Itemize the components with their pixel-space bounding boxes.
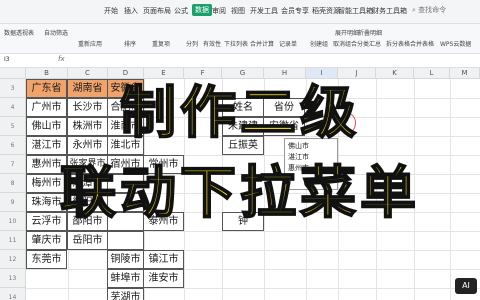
row-header[interactable]: 13 — [0, 269, 26, 288]
table-cell[interactable]: 铜陵市 — [107, 250, 144, 269]
record-form-button[interactable]: 记录单 — [279, 39, 297, 48]
gridline — [26, 269, 480, 270]
duplicates-button[interactable]: 重复项 — [152, 39, 170, 48]
overlay-title-line1: 制作二级 — [119, 80, 360, 147]
tab-member[interactable]: 会员专享 — [281, 6, 309, 16]
gridline — [26, 250, 480, 251]
pivot-table-button[interactable]: 数据透视表 — [4, 28, 34, 37]
overlay-title-line2: 联动下拉菜单 — [59, 160, 420, 227]
validation-button[interactable]: 有效性 — [203, 39, 221, 48]
row-header[interactable]: 12 — [0, 250, 26, 269]
merge-table-button[interactable]: 合并表格 — [410, 39, 434, 48]
tab-view[interactable]: 视图 — [231, 6, 245, 16]
ribbon-tab-bar: 开始 插入 页面布局 公式 数据 审阅 视图 开发工具 会员专享 稻壳资源 智能… — [0, 0, 480, 24]
collapse-detail-button[interactable]: 折叠明细 — [358, 28, 382, 37]
table-cell[interactable]: 肇庆市 — [26, 231, 67, 250]
subtotal-button[interactable]: 分类汇总 — [357, 39, 381, 48]
tab-smart-tools[interactable]: 智能工具箱 — [338, 6, 373, 16]
tab-data[interactable]: 数据 — [192, 4, 212, 16]
tab-developer[interactable]: 开发工具 — [250, 6, 278, 16]
gridline — [26, 288, 480, 289]
ai-badge: AI — [455, 278, 477, 294]
table-cell[interactable]: 岳阳市 — [67, 231, 108, 250]
table-cell[interactable]: 东莞市 — [26, 250, 67, 269]
consolidate-button[interactable]: 合并计算 — [250, 39, 274, 48]
expand-detail-button[interactable]: 展开明细 — [335, 28, 359, 37]
split-table-button[interactable]: 拆分表格 — [386, 39, 410, 48]
row-header[interactable]: 11 — [0, 231, 26, 250]
sort-button[interactable]: 排序 — [124, 39, 136, 48]
table-cell[interactable]: 蚌埠市 — [107, 269, 144, 288]
wps-cloud-data-button[interactable]: WPS云数据 — [440, 39, 471, 48]
search-icon: ⌕ — [412, 6, 416, 14]
ribbon-toolbar: 数据透视表 自动筛选 重新应用 排序 重复项 分列 有效性 下拉列表 合并计算 … — [0, 24, 480, 54]
tab-page-layout[interactable]: 页面布局 — [143, 6, 171, 16]
tab-insert[interactable]: 插入 — [124, 6, 138, 16]
tab-home[interactable]: 开始 — [104, 6, 118, 16]
tab-review[interactable]: 审阅 — [212, 6, 226, 16]
text-to-columns-button[interactable]: 分列 — [186, 39, 198, 48]
auto-filter-button[interactable]: 自动筛选 — [44, 28, 68, 37]
tab-finance-tools[interactable]: 财务工具箱 — [372, 6, 407, 16]
row-header[interactable]: 14 — [0, 288, 26, 300]
table-cell[interactable] — [107, 231, 144, 250]
table-cell[interactable]: 淮安市 — [143, 269, 184, 288]
formula-bar: I3 fx — [0, 54, 480, 68]
table-cell[interactable]: 芜湖市 — [107, 288, 144, 300]
command-search[interactable]: ⌕ 查找命令 — [412, 5, 446, 15]
ungroup-button[interactable]: 取消组合 — [333, 39, 357, 48]
group-button[interactable]: 创建组 — [310, 39, 328, 48]
table-cell[interactable]: 镇江市 — [143, 250, 184, 269]
reapply-button[interactable]: 重新应用 — [78, 39, 102, 48]
tab-formulas[interactable]: 公式 — [174, 6, 188, 16]
dropdown-list-button[interactable]: 下拉列表 — [224, 39, 248, 48]
tab-docer[interactable]: 稻壳资源 — [312, 6, 340, 16]
name-box[interactable]: I3 — [4, 56, 34, 66]
function-icon[interactable]: fx — [58, 55, 65, 63]
